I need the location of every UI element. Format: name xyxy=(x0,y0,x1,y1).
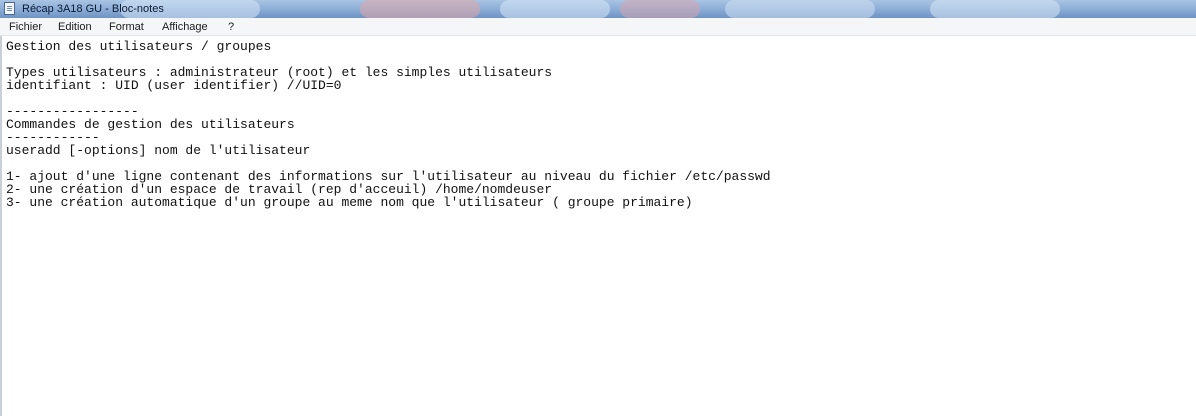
notepad-window: Récap 3A18 GU - Bloc-notes Fichier Editi… xyxy=(0,0,1196,416)
menu-affichage[interactable]: Affichage xyxy=(162,20,208,34)
title-bar-glare xyxy=(500,0,610,18)
notepad-app-icon xyxy=(4,2,15,15)
menu-bar: Fichier Edition Format Affichage ? xyxy=(0,18,1196,36)
text-editor-area[interactable]: Gestion des utilisateurs / groupes Types… xyxy=(2,36,1196,416)
menu-help[interactable]: ? xyxy=(228,20,234,34)
title-bar-glare xyxy=(620,0,700,18)
window-title: Récap 3A18 GU - Bloc-notes xyxy=(22,3,164,15)
editor-line: useradd [-options] nom de l'utilisateur xyxy=(6,143,311,158)
editor-line: identifiant : UID (user identifier) //UI… xyxy=(6,78,342,93)
menu-format[interactable]: Format xyxy=(109,20,144,34)
editor-line: 3- une création automatique d'un groupe … xyxy=(6,195,693,210)
menu-edition[interactable]: Edition xyxy=(58,20,92,34)
title-bar-glare xyxy=(360,0,480,18)
title-bar-glare xyxy=(725,0,875,18)
menu-fichier[interactable]: Fichier xyxy=(9,20,42,34)
title-bar-glare xyxy=(930,0,1060,18)
editor-line: Gestion des utilisateurs / groupes xyxy=(6,39,272,54)
title-bar[interactable]: Récap 3A18 GU - Bloc-notes xyxy=(0,0,1196,18)
